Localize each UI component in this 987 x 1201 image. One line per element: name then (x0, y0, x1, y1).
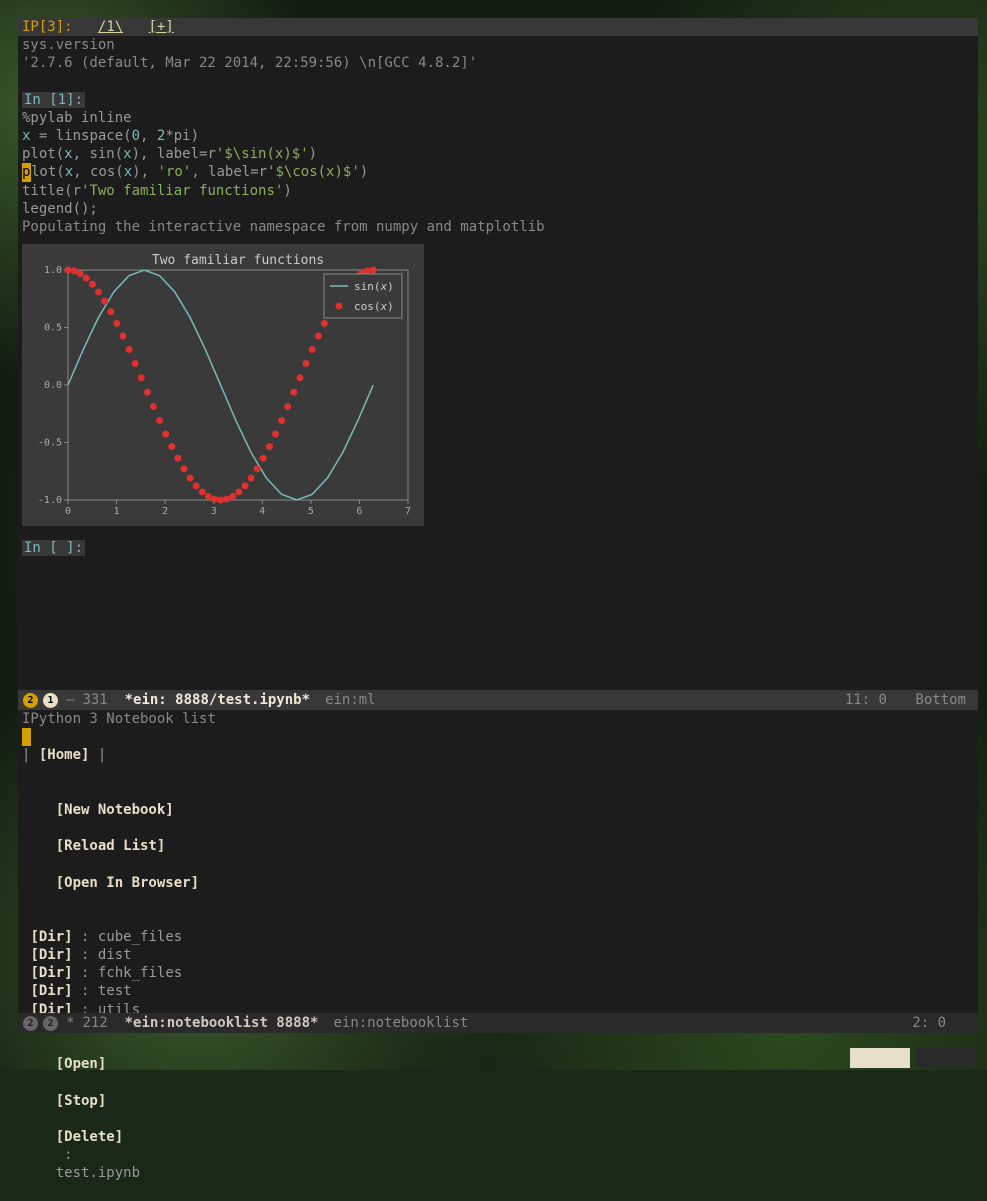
code-line[interactable]: plot(x, cos(x), 'ro', label=r'$\cos(x)$'… (18, 163, 978, 181)
dir-row: [Dir] : dist (18, 946, 978, 964)
svg-text:-1.0: -1.0 (38, 495, 62, 506)
svg-text:0: 0 (65, 506, 71, 517)
taskbar (18, 1046, 978, 1070)
kernel-label: IP[3]: (22, 19, 73, 35)
cursor (22, 728, 31, 746)
output-line: Populating the interactive namespace fro… (18, 218, 978, 236)
output-line: '2.7.6 (default, Mar 22 2014, 22:59:56) … (18, 54, 978, 72)
window-number-left: 2 (23, 693, 38, 708)
page-title: IPython 3 Notebook list (18, 710, 978, 728)
taskbar-item[interactable] (916, 1048, 976, 1068)
svg-text:0.0: 0.0 (44, 380, 62, 391)
dir-tag[interactable]: [Dir] (30, 929, 72, 945)
buffer-name: *ein: 8888/test.ipynb* (125, 691, 310, 709)
header-line: IP[3]: /1\ [+] (18, 18, 978, 36)
chart-output: Two familiar functions 0 1 2 3 4 5 6 7 -1.0 -0.5 0.… (22, 244, 424, 526)
home-link[interactable]: [Home] (39, 747, 90, 763)
new-tab-link[interactable]: [+] (149, 19, 174, 35)
stop-button[interactable]: [Stop] (56, 1093, 107, 1109)
major-mode: ein:ml (325, 691, 376, 709)
modeline-top: 2 1 — 331 *ein: 8888/test.ipynb* ein:ml … (18, 690, 978, 710)
breadcrumb: | [Home] | (18, 746, 978, 764)
notebook-pane: IP[3]: /1\ [+] sys.version '2.7.6 (defau… (18, 18, 978, 690)
file-name: test.ipynb (56, 1165, 140, 1181)
dir-name: cube_files (98, 929, 182, 945)
dir-tag[interactable]: [Dir] (30, 947, 72, 963)
code-line[interactable]: legend(); (18, 200, 978, 218)
delete-button[interactable]: [Delete] (56, 1129, 123, 1145)
line-count: 331 (82, 691, 107, 709)
reload-list-button[interactable]: [Reload List] (56, 838, 166, 854)
major-mode: ein:notebooklist (333, 1014, 468, 1032)
cursor-position: 2: 0 (912, 1015, 946, 1031)
svg-text:7: 7 (405, 506, 411, 517)
chart-svg: Two familiar functions 0 1 2 3 4 5 6 7 -1.0 -0.5 0.… (28, 250, 418, 520)
tab-link[interactable]: /1\ (98, 19, 123, 35)
output-line: sys.version (18, 36, 978, 54)
window-number-right: 2 (43, 1016, 58, 1031)
svg-text:2: 2 (162, 506, 168, 517)
notebooklist-pane: IPython 3 Notebook list | [Home] | [New … (18, 710, 978, 1013)
new-notebook-button[interactable]: [New Notebook] (56, 802, 174, 818)
svg-text:1: 1 (114, 506, 120, 517)
svg-text:6: 6 (356, 506, 362, 517)
svg-text:Two familiar functions: Two familiar functions (152, 253, 324, 268)
cursor-position: 11: 0 (845, 692, 887, 708)
taskbar-item[interactable] (850, 1048, 910, 1068)
svg-text:-0.5: -0.5 (38, 438, 62, 449)
svg-text:1.0: 1.0 (44, 265, 62, 276)
window-number-right: 1 (43, 693, 58, 708)
scroll-position: Bottom (915, 692, 966, 708)
code-line[interactable]: %pylab inline (18, 109, 978, 127)
window-number-left: 2 (23, 1016, 38, 1031)
dir-tag[interactable]: [Dir] (30, 965, 72, 981)
svg-text:0.5: 0.5 (44, 323, 62, 334)
cell-prompt: In [1]: (18, 91, 978, 109)
code-line[interactable]: title(r'Two familiar functions') (18, 182, 978, 200)
cursor: p (22, 163, 31, 181)
dir-name: fchk_files (98, 965, 182, 981)
buffer-name: *ein:notebooklist 8888* (125, 1014, 319, 1032)
dir-name: test (98, 983, 132, 999)
code-line[interactable]: x = linspace(0, 2*pi) (18, 127, 978, 145)
open-in-browser-button[interactable]: [Open In Browser] (56, 875, 199, 891)
dir-row: [Dir] : fchk_files (18, 964, 978, 982)
svg-text:4: 4 (259, 506, 265, 517)
dir-row: [Dir] : cube_files (18, 928, 978, 946)
dir-tag[interactable]: [Dir] (30, 983, 72, 999)
cell-prompt: In [ ]: (18, 539, 978, 557)
empty-cell[interactable] (22, 557, 974, 575)
svg-text:cos(x): cos(x) (354, 300, 394, 313)
line-count: 212 (82, 1014, 107, 1032)
dir-name: dist (98, 947, 132, 963)
code-line[interactable]: plot(x, sin(x), label=r'$\sin(x)$') (18, 145, 978, 163)
svg-text:3: 3 (211, 506, 217, 517)
dir-row: [Dir] : test (18, 982, 978, 1000)
svg-text:sin(x): sin(x) (354, 280, 394, 293)
action-row: [New Notebook] [Reload List] [Open In Br… (18, 783, 978, 910)
svg-text:5: 5 (308, 506, 314, 517)
modeline-bottom: 2 2 * 212 *ein:notebooklist 8888* ein:no… (18, 1013, 978, 1033)
